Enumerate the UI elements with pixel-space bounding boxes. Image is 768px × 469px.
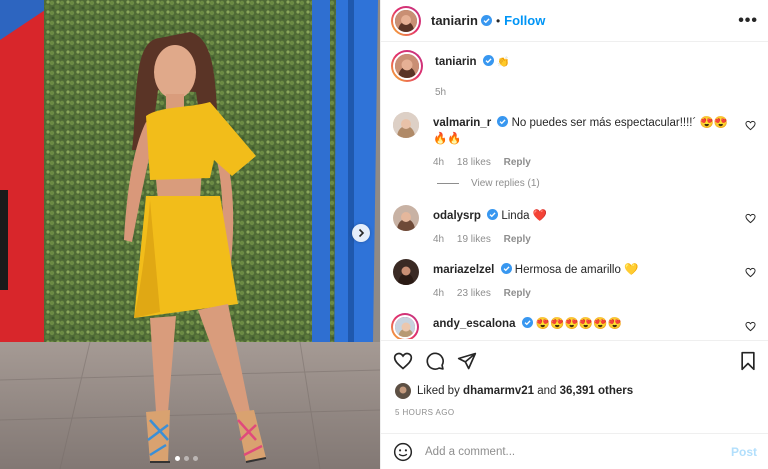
post-photo[interactable] (0, 0, 380, 469)
more-options-icon[interactable]: ••• (738, 12, 758, 30)
comment-likes[interactable]: 23 likes (457, 288, 491, 299)
comment-text: Hermosa de amarillo 💛 (514, 264, 639, 276)
comment-text: Linda ❤️ (501, 210, 547, 222)
carousel-dot (184, 456, 189, 461)
chevron-right-icon (358, 228, 365, 238)
likes-prefix: Liked by (417, 385, 460, 397)
save-button[interactable] (739, 351, 757, 371)
comment-time[interactable]: 4h (433, 234, 444, 245)
smiley-icon[interactable] (393, 442, 413, 462)
comment-item: andy_escalona 😍😍😍😍😍😍 (391, 313, 758, 339)
commenter-avatar[interactable] (393, 259, 419, 285)
comment-item: odalysrp Linda ❤️ 4h 19 likes Reply (391, 205, 758, 245)
add-comment-bar: Post (381, 433, 768, 469)
comment-heart-icon[interactable] (745, 120, 756, 131)
liker-avatar[interactable] (395, 383, 411, 399)
follow-button[interactable]: Follow (504, 13, 545, 28)
carousel-dot (175, 456, 180, 461)
caption: taniarin 👏 5h (391, 50, 758, 98)
comment-heart-icon[interactable] (745, 213, 756, 224)
post-header: taniarin • Follow ••• (381, 0, 768, 42)
comment-username[interactable]: odalysrp (433, 210, 481, 222)
caption-text: 👏 (496, 57, 510, 68)
comment-username[interactable]: valmarin_r (433, 117, 491, 129)
author-username[interactable]: taniarin (431, 13, 478, 28)
post-actions-bar (381, 340, 768, 380)
likes-count[interactable]: 36,391 others (560, 385, 634, 397)
separator-dot: • (495, 13, 501, 28)
comment-username[interactable]: mariazelzel (433, 264, 494, 276)
comment-item: valmarin_r No puedes ser más espectacula… (391, 112, 758, 168)
comment-username[interactable]: andy_escalona (433, 318, 515, 330)
comment-text: 😍😍😍😍😍😍 (535, 318, 622, 330)
carousel-next-button[interactable] (352, 224, 370, 242)
verified-badge-icon (521, 317, 533, 328)
share-button[interactable] (457, 351, 477, 371)
reply-button[interactable]: Reply (504, 157, 531, 168)
verified-badge-icon (482, 55, 494, 66)
carousel-dot (193, 456, 198, 461)
liker-username[interactable]: dhamarmv21 (463, 385, 534, 397)
paper-plane-icon (457, 352, 477, 369)
comment-likes[interactable]: 19 likes (457, 234, 491, 245)
verified-badge-icon (500, 263, 512, 274)
caption-timestamp[interactable]: 5h (435, 87, 509, 98)
post-comment-button[interactable]: Post (731, 445, 757, 459)
view-replies-line (437, 183, 459, 184)
author-avatar[interactable] (391, 5, 421, 36)
heart-icon (393, 352, 413, 370)
verified-badge-icon (497, 116, 509, 127)
reply-button[interactable]: Reply (504, 234, 531, 245)
post-timestamp[interactable]: 5 HOURS AGO (395, 408, 455, 417)
commenter-avatar[interactable] (391, 313, 419, 339)
comment-heart-icon[interactable] (745, 267, 756, 278)
likes-joiner: and (537, 385, 557, 397)
photo-illustration (0, 0, 380, 469)
comment-likes[interactable]: 18 likes (457, 157, 491, 168)
bookmark-icon (741, 351, 755, 370)
commenter-avatar[interactable] (393, 112, 419, 138)
caption-username[interactable]: taniarin (435, 56, 477, 68)
verified-badge-icon (480, 15, 492, 26)
comment-time[interactable]: 4h (433, 157, 444, 168)
like-button[interactable] (393, 351, 413, 371)
view-replies-label[interactable]: View replies (1) (471, 178, 540, 189)
comment-bubble-icon (426, 351, 444, 370)
comments-list[interactable]: taniarin 👏 5h valmarin_r No puedes ser m… (381, 42, 768, 339)
comment-input[interactable] (425, 445, 731, 458)
author-avatar[interactable] (391, 50, 423, 82)
likes-summary: Liked by dhamarmv21 and 36,391 others (395, 383, 633, 399)
comment-heart-icon[interactable] (745, 321, 756, 332)
comment-time[interactable]: 4h (433, 288, 444, 299)
comment-button[interactable] (425, 351, 445, 371)
view-replies-toggle[interactable]: View replies (1) (437, 178, 758, 189)
comment-item: mariazelzel Hermosa de amarillo 💛 4h 23 … (391, 259, 758, 299)
reply-button[interactable]: Reply (504, 288, 531, 299)
carousel-indicator (175, 456, 198, 461)
post-side-panel: taniarin • Follow ••• taniarin 👏 5h valm… (380, 0, 768, 469)
commenter-avatar[interactable] (393, 205, 419, 231)
verified-badge-icon (487, 209, 499, 220)
